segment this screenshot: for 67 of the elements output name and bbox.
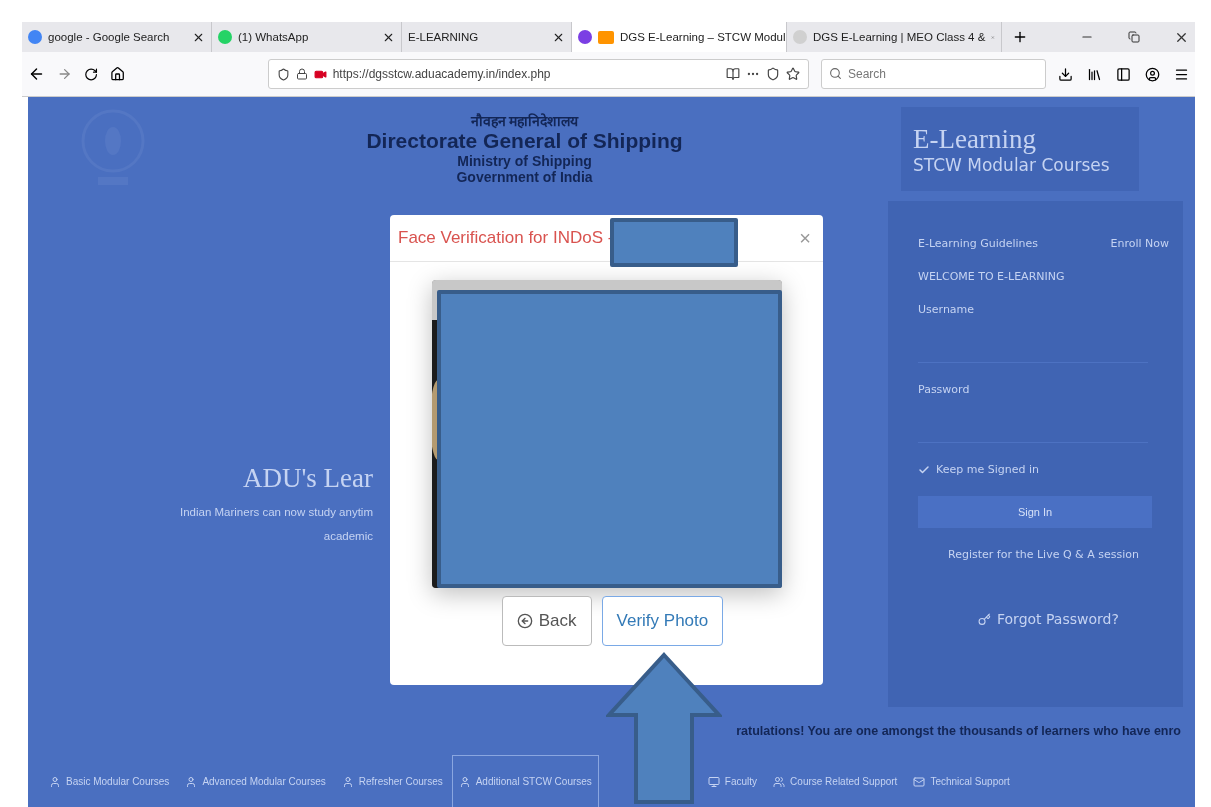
nav-tab[interactable]: Refresher Courses <box>334 755 450 807</box>
key-icon <box>978 612 991 626</box>
back-icon <box>516 613 533 629</box>
home-icon[interactable] <box>110 66 126 82</box>
nav-icon <box>773 775 786 788</box>
hero-text: academic <box>323 530 373 542</box>
account-icon[interactable] <box>1145 66 1160 82</box>
nav-tab[interactable]: Advanced Modular Courses <box>178 755 333 807</box>
lock-icon <box>295 68 308 80</box>
ministry-text: Ministry of Shipping <box>457 153 592 170</box>
marquee-text: ratulations! You are one amongst the thousands of learners who have enro <box>735 723 1182 740</box>
username-label: Username <box>918 303 976 316</box>
nav-icon <box>49 775 61 788</box>
browser-logo-icon <box>578 30 592 44</box>
back-button[interactable]: Back <box>501 596 592 646</box>
panel-link[interactable]: Enroll Now <box>1110 237 1169 250</box>
forgot-link[interactable]: Forgot Password? <box>997 611 1119 627</box>
download-icon[interactable] <box>1058 66 1073 82</box>
nav-tab[interactable]: Basic Modular Courses <box>42 755 177 807</box>
logo-title: E-Learning <box>913 123 1037 155</box>
checkbox[interactable] <box>918 463 930 476</box>
camera-icon <box>598 30 614 44</box>
password-label: Password <box>918 383 971 396</box>
browser-tab[interactable]: DGS E-Learning – STCW Modul <box>572 22 787 52</box>
nav-icon <box>707 775 720 788</box>
logo-subtitle: STCW Modular Courses <box>913 154 1111 175</box>
address-bar[interactable]: https://dgsstcw.aduacademy.in/index.php <box>267 59 809 89</box>
site-title: Directorate General of Shipping <box>366 128 683 153</box>
nav-icon <box>341 775 354 788</box>
url-text: https://dgsstcw.aduacademy.in/index.php <box>332 67 552 81</box>
sidebar-icon[interactable] <box>1116 66 1131 82</box>
tab-title: DGS E-Learning | MEO Class 4 & <box>813 31 986 43</box>
hero-text: Indian Mariners can now study anytim <box>179 506 373 518</box>
nav-icon <box>185 775 198 788</box>
checkbox-label: Keep me Signed in <box>936 463 1039 476</box>
hero-title: ADU's Lear <box>242 463 373 494</box>
reload-icon[interactable] <box>84 66 99 82</box>
nav-icon <box>913 775 926 788</box>
nav-tab[interactable]: Additional STCW Courses <box>451 755 599 807</box>
shield-icon <box>276 67 290 81</box>
verify-button[interactable]: Verify Photo <box>601 596 724 646</box>
menu-icon[interactable] <box>1174 66 1189 82</box>
tab-title: DGS E-Learning – STCW Modul <box>620 31 786 43</box>
hindi-title: नौवहन महानिदेशालय <box>470 112 579 129</box>
tab-title: google - Google Search <box>48 31 171 43</box>
government-text: Government of India <box>456 169 593 186</box>
nav-tab[interactable]: Faculty <box>700 755 765 807</box>
search-field[interactable]: Search <box>821 59 1046 89</box>
panel-link[interactable]: E-Learning Guidelines <box>918 237 1039 250</box>
register-link[interactable]: Register for the Live Q & A session <box>918 548 1183 561</box>
new-tab-icon[interactable] <box>1012 29 1028 45</box>
star-icon[interactable] <box>786 67 800 81</box>
nav-tab[interactable]: Technical Support <box>906 755 1017 807</box>
close-button[interactable]: × <box>795 226 815 250</box>
nav-tab[interactable]: Course Related Support <box>766 755 905 807</box>
search-icon <box>829 67 842 80</box>
site-icon <box>793 30 807 44</box>
restore-icon[interactable] <box>1128 31 1140 43</box>
library-icon[interactable] <box>1087 66 1102 82</box>
tab-title: E-LEARNING <box>408 31 480 43</box>
chat-icon <box>218 30 232 44</box>
tab-title: (1) WhatsApp <box>238 31 310 43</box>
dialog-title: Face Verification for INDoS - <box>398 228 615 248</box>
reader-icon[interactable] <box>726 67 740 81</box>
nav-icon <box>458 775 471 788</box>
sign-in-button[interactable]: Sign In <box>918 496 1152 528</box>
welcome-text: WELCOME TO E-LEARNING <box>918 270 1066 283</box>
